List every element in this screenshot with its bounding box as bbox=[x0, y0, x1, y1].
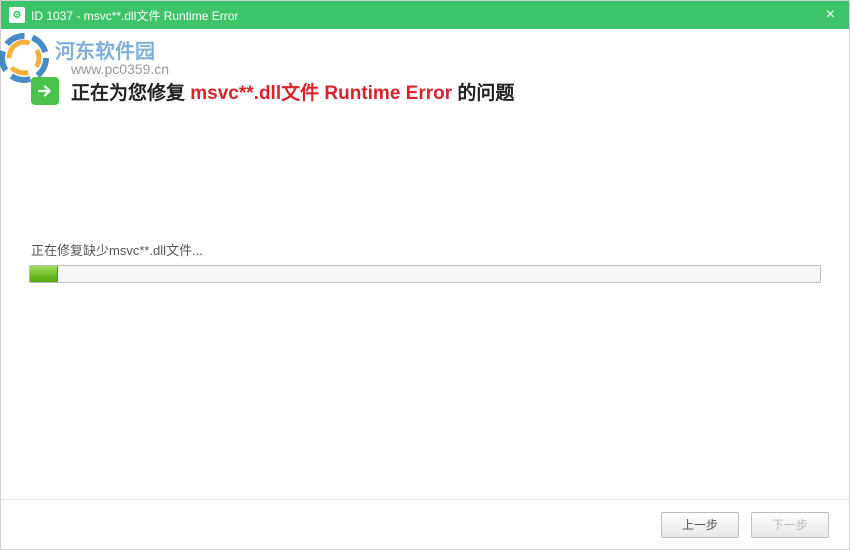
status-text: 正在修复缺少msvc**.dll文件... bbox=[1, 240, 849, 259]
content-area: 河东软件园 www.pc0359.cn 正在为您修复 msvc**.dll文件 … bbox=[1, 29, 849, 549]
close-button[interactable]: × bbox=[820, 5, 841, 25]
app-icon: ⚙ bbox=[9, 7, 25, 23]
watermark-logo bbox=[0, 29, 53, 92]
next-button: 下一步 bbox=[751, 512, 829, 538]
heading-suffix: 的问题 bbox=[452, 83, 514, 104]
progress-bar-fill bbox=[30, 266, 58, 282]
titlebar: ⚙ ID 1037 - msvc**.dll文件 Runtime Error × bbox=[1, 1, 849, 29]
watermark-url: www.pc0359.cn bbox=[71, 61, 169, 77]
window-title: ID 1037 - msvc**.dll文件 Runtime Error bbox=[31, 7, 238, 24]
dialog-window: ⚙ ID 1037 - msvc**.dll文件 Runtime Error ×… bbox=[0, 0, 850, 550]
heading-prefix: 正在为您修复 bbox=[71, 83, 190, 104]
footer: 上一步 下一步 bbox=[1, 499, 849, 549]
heading-text: 正在为您修复 msvc**.dll文件 Runtime Error 的问题 bbox=[71, 78, 514, 105]
watermark-site-name: 河东软件园 bbox=[55, 35, 155, 64]
heading-highlight: msvc**.dll文件 Runtime Error bbox=[190, 83, 452, 104]
prev-button[interactable]: 上一步 bbox=[661, 512, 739, 538]
progress-bar bbox=[29, 265, 821, 283]
